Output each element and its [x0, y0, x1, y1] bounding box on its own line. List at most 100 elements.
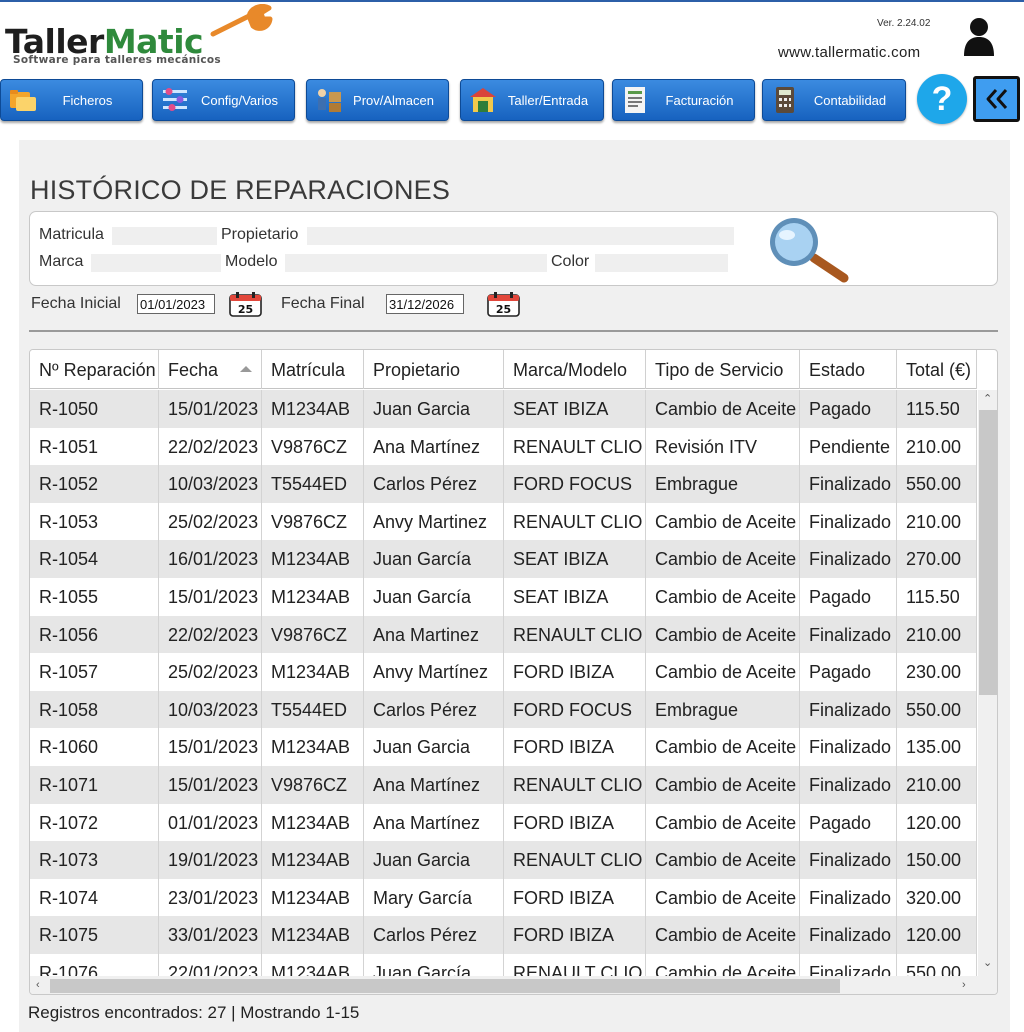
- cell-tipo-servicio: Cambio de Aceite: [646, 728, 800, 766]
- table-row[interactable]: R-1075 33/01/2023 M1234AB Carlos Pérez FORD …: [30, 916, 977, 954]
- cell-tipo-servicio: Cambio de Aceite: [646, 878, 800, 917]
- cell-marca-modelo: SEAT IBIZA: [504, 390, 646, 428]
- scroll-up-icon[interactable]: ⌃: [983, 394, 992, 405]
- table-row[interactable]: R-1053 25/02/2023 V9876CZ Anvy Martinez RENA…: [30, 502, 977, 541]
- nav-prov-almacen-label: Prov/Almacen: [353, 92, 434, 108]
- table-row[interactable]: R-1052 10/03/2023 T5544ED Carlos Pérez FORD …: [30, 465, 977, 503]
- cell-marca-modelo: RENAULT CLIO: [504, 766, 646, 804]
- help-button[interactable]: ?: [917, 74, 967, 124]
- cell-tipo-servicio: Revisión ITV: [646, 427, 800, 466]
- scroll-left-icon[interactable]: ‹: [36, 980, 40, 991]
- cell-tipo-servicio: Cambio de Aceite: [646, 766, 800, 804]
- nav-ficheros-button[interactable]: Ficheros: [0, 79, 143, 121]
- fecha-final-input[interactable]: [386, 294, 464, 314]
- cell-fecha: 15/01/2023: [159, 390, 262, 428]
- cell-reparacion: R-1058: [30, 690, 159, 729]
- matricula-input[interactable]: [112, 227, 217, 245]
- table-body: R-1050 15/01/2023 M1234AB Juan Garcia SEAT I…: [30, 390, 977, 976]
- nav-facturacion-button[interactable]: Facturación: [612, 79, 755, 121]
- table-row[interactable]: R-1050 15/01/2023 M1234AB Juan Garcia SEAT I…: [30, 390, 977, 428]
- column-header-total[interactable]: Total (€): [897, 350, 977, 389]
- cell-total: 210.00: [897, 615, 977, 654]
- table-row[interactable]: R-1055 15/01/2023 M1234AB Juan García SEAT I…: [30, 578, 977, 616]
- user-icon[interactable]: [962, 16, 996, 56]
- cell-marca-modelo: SEAT IBIZA: [504, 578, 646, 616]
- cell-total: 210.00: [897, 427, 977, 466]
- calendar-day-text: 25: [496, 303, 511, 316]
- table-row[interactable]: R-1057 25/02/2023 M1234AB Anvy Martínez FORD…: [30, 653, 977, 691]
- search-filter-box: Matricula Propietario Marca Modelo Color: [29, 211, 998, 286]
- cell-fecha: 15/01/2023: [159, 728, 262, 766]
- table-row[interactable]: R-1073 19/01/2023 M1234AB Juan Garcia RENAUL…: [30, 841, 977, 879]
- cell-propietario: Mary García: [364, 878, 504, 917]
- cell-marca-modelo: FORD FOCUS: [504, 465, 646, 503]
- column-header-reparacion[interactable]: Nº Reparación: [30, 350, 159, 389]
- scroll-right-icon[interactable]: ›: [962, 980, 966, 991]
- nav-contabilidad-button[interactable]: Contabilidad: [762, 79, 906, 121]
- website-link[interactable]: www.tallermatic.com: [778, 44, 920, 61]
- cell-fecha: 22/02/2023: [159, 615, 262, 654]
- nav-prov-almacen-button[interactable]: Prov/Almacen: [306, 79, 449, 121]
- cell-reparacion: R-1057: [30, 653, 159, 691]
- column-header-matricula[interactable]: Matrícula: [262, 350, 364, 389]
- collapse-menu-button[interactable]: [973, 76, 1020, 122]
- column-header-estado[interactable]: Estado: [800, 350, 897, 389]
- fecha-inicial-input[interactable]: [137, 294, 215, 314]
- modelo-input[interactable]: [285, 254, 547, 272]
- column-header-fecha[interactable]: Fecha: [159, 350, 262, 389]
- cell-matricula: V9876CZ: [262, 427, 364, 466]
- table-row[interactable]: R-1054 16/01/2023 M1234AB Juan García SEAT I…: [30, 540, 977, 578]
- cell-marca-modelo: FORD IBIZA: [504, 803, 646, 842]
- cell-reparacion: R-1055: [30, 578, 159, 616]
- cell-estado: Finalizado: [800, 540, 897, 578]
- cell-fecha: 25/02/2023: [159, 653, 262, 691]
- page-title: HISTÓRICO DE REPARACIONES: [30, 175, 451, 205]
- column-header-tipo-servicio[interactable]: Tipo de Servicio: [646, 350, 800, 389]
- column-header-propietario[interactable]: Propietario: [364, 350, 504, 389]
- nav-taller-entrada-button[interactable]: Taller/Entrada: [460, 79, 604, 121]
- cell-tipo-servicio: Cambio de Aceite: [646, 916, 800, 954]
- table-row[interactable]: R-1058 10/03/2023 T5544ED Carlos Pérez FORD …: [30, 690, 977, 729]
- scroll-down-icon[interactable]: ⌄: [983, 958, 992, 969]
- cell-estado: Finalizado: [800, 615, 897, 654]
- cell-reparacion: R-1076: [30, 954, 159, 976]
- cell-reparacion: R-1072: [30, 803, 159, 842]
- cell-total: 550.00: [897, 465, 977, 503]
- status-bar-text: Registros encontrados: 27 | Mostrando 1-…: [28, 1003, 360, 1022]
- table-row[interactable]: R-1060 15/01/2023 M1234AB Juan Garcia FORD I…: [30, 728, 977, 766]
- repairs-table: Nº Reparación Fecha Matrícula Propietari…: [29, 349, 998, 995]
- calendar-icon[interactable]: 25: [487, 292, 520, 317]
- table-row[interactable]: R-1051 22/02/2023 V9876CZ Ana Martínez RENAU…: [30, 427, 977, 466]
- vertical-scroll-thumb[interactable]: [979, 410, 997, 695]
- matricula-label: Matricula: [39, 226, 104, 243]
- table-row[interactable]: R-1072 01/01/2023 M1234AB Ana Martínez FORD …: [30, 803, 977, 842]
- horizontal-scroll-thumb[interactable]: [50, 979, 840, 993]
- cell-estado: Finalizado: [800, 916, 897, 954]
- search-icon[interactable]: [764, 218, 852, 284]
- cell-matricula: M1234AB: [262, 841, 364, 879]
- help-icon: ?: [931, 79, 953, 118]
- table-row[interactable]: R-1076 22/01/2023 M1234AB Juan García RENAUL…: [30, 954, 977, 976]
- table-row[interactable]: R-1071 15/01/2023 V9876CZ Ana Martínez RENAU…: [30, 766, 977, 804]
- cell-fecha: 10/03/2023: [159, 690, 262, 729]
- cell-fecha: 22/02/2023: [159, 427, 262, 466]
- cell-propietario: Ana Martínez: [364, 427, 504, 466]
- calendar-day-text: 25: [238, 303, 253, 316]
- nav-config-button[interactable]: Config/Varios: [152, 79, 295, 121]
- marca-input[interactable]: [91, 254, 221, 272]
- table-row[interactable]: R-1074 23/01/2023 M1234AB Mary García FORD I…: [30, 878, 977, 917]
- calendar-icon[interactable]: 25: [229, 292, 262, 317]
- double-chevron-left-icon: [986, 89, 1007, 109]
- cell-fecha: 22/01/2023: [159, 954, 262, 976]
- cell-matricula: M1234AB: [262, 540, 364, 578]
- cell-propietario: Anvy Martinez: [364, 502, 504, 541]
- cell-matricula: T5544ED: [262, 690, 364, 729]
- cell-marca-modelo: RENAULT CLIO: [504, 615, 646, 654]
- invoice-register-icon: [625, 87, 645, 113]
- column-header-marca-modelo[interactable]: Marca/Modelo: [504, 350, 646, 389]
- cell-reparacion: R-1050: [30, 390, 159, 428]
- color-input[interactable]: [595, 254, 728, 272]
- cell-propietario: Anvy Martínez: [364, 653, 504, 691]
- propietario-input[interactable]: [307, 227, 734, 245]
- table-row[interactable]: R-1056 22/02/2023 V9876CZ Ana Martinez RENAU…: [30, 615, 977, 654]
